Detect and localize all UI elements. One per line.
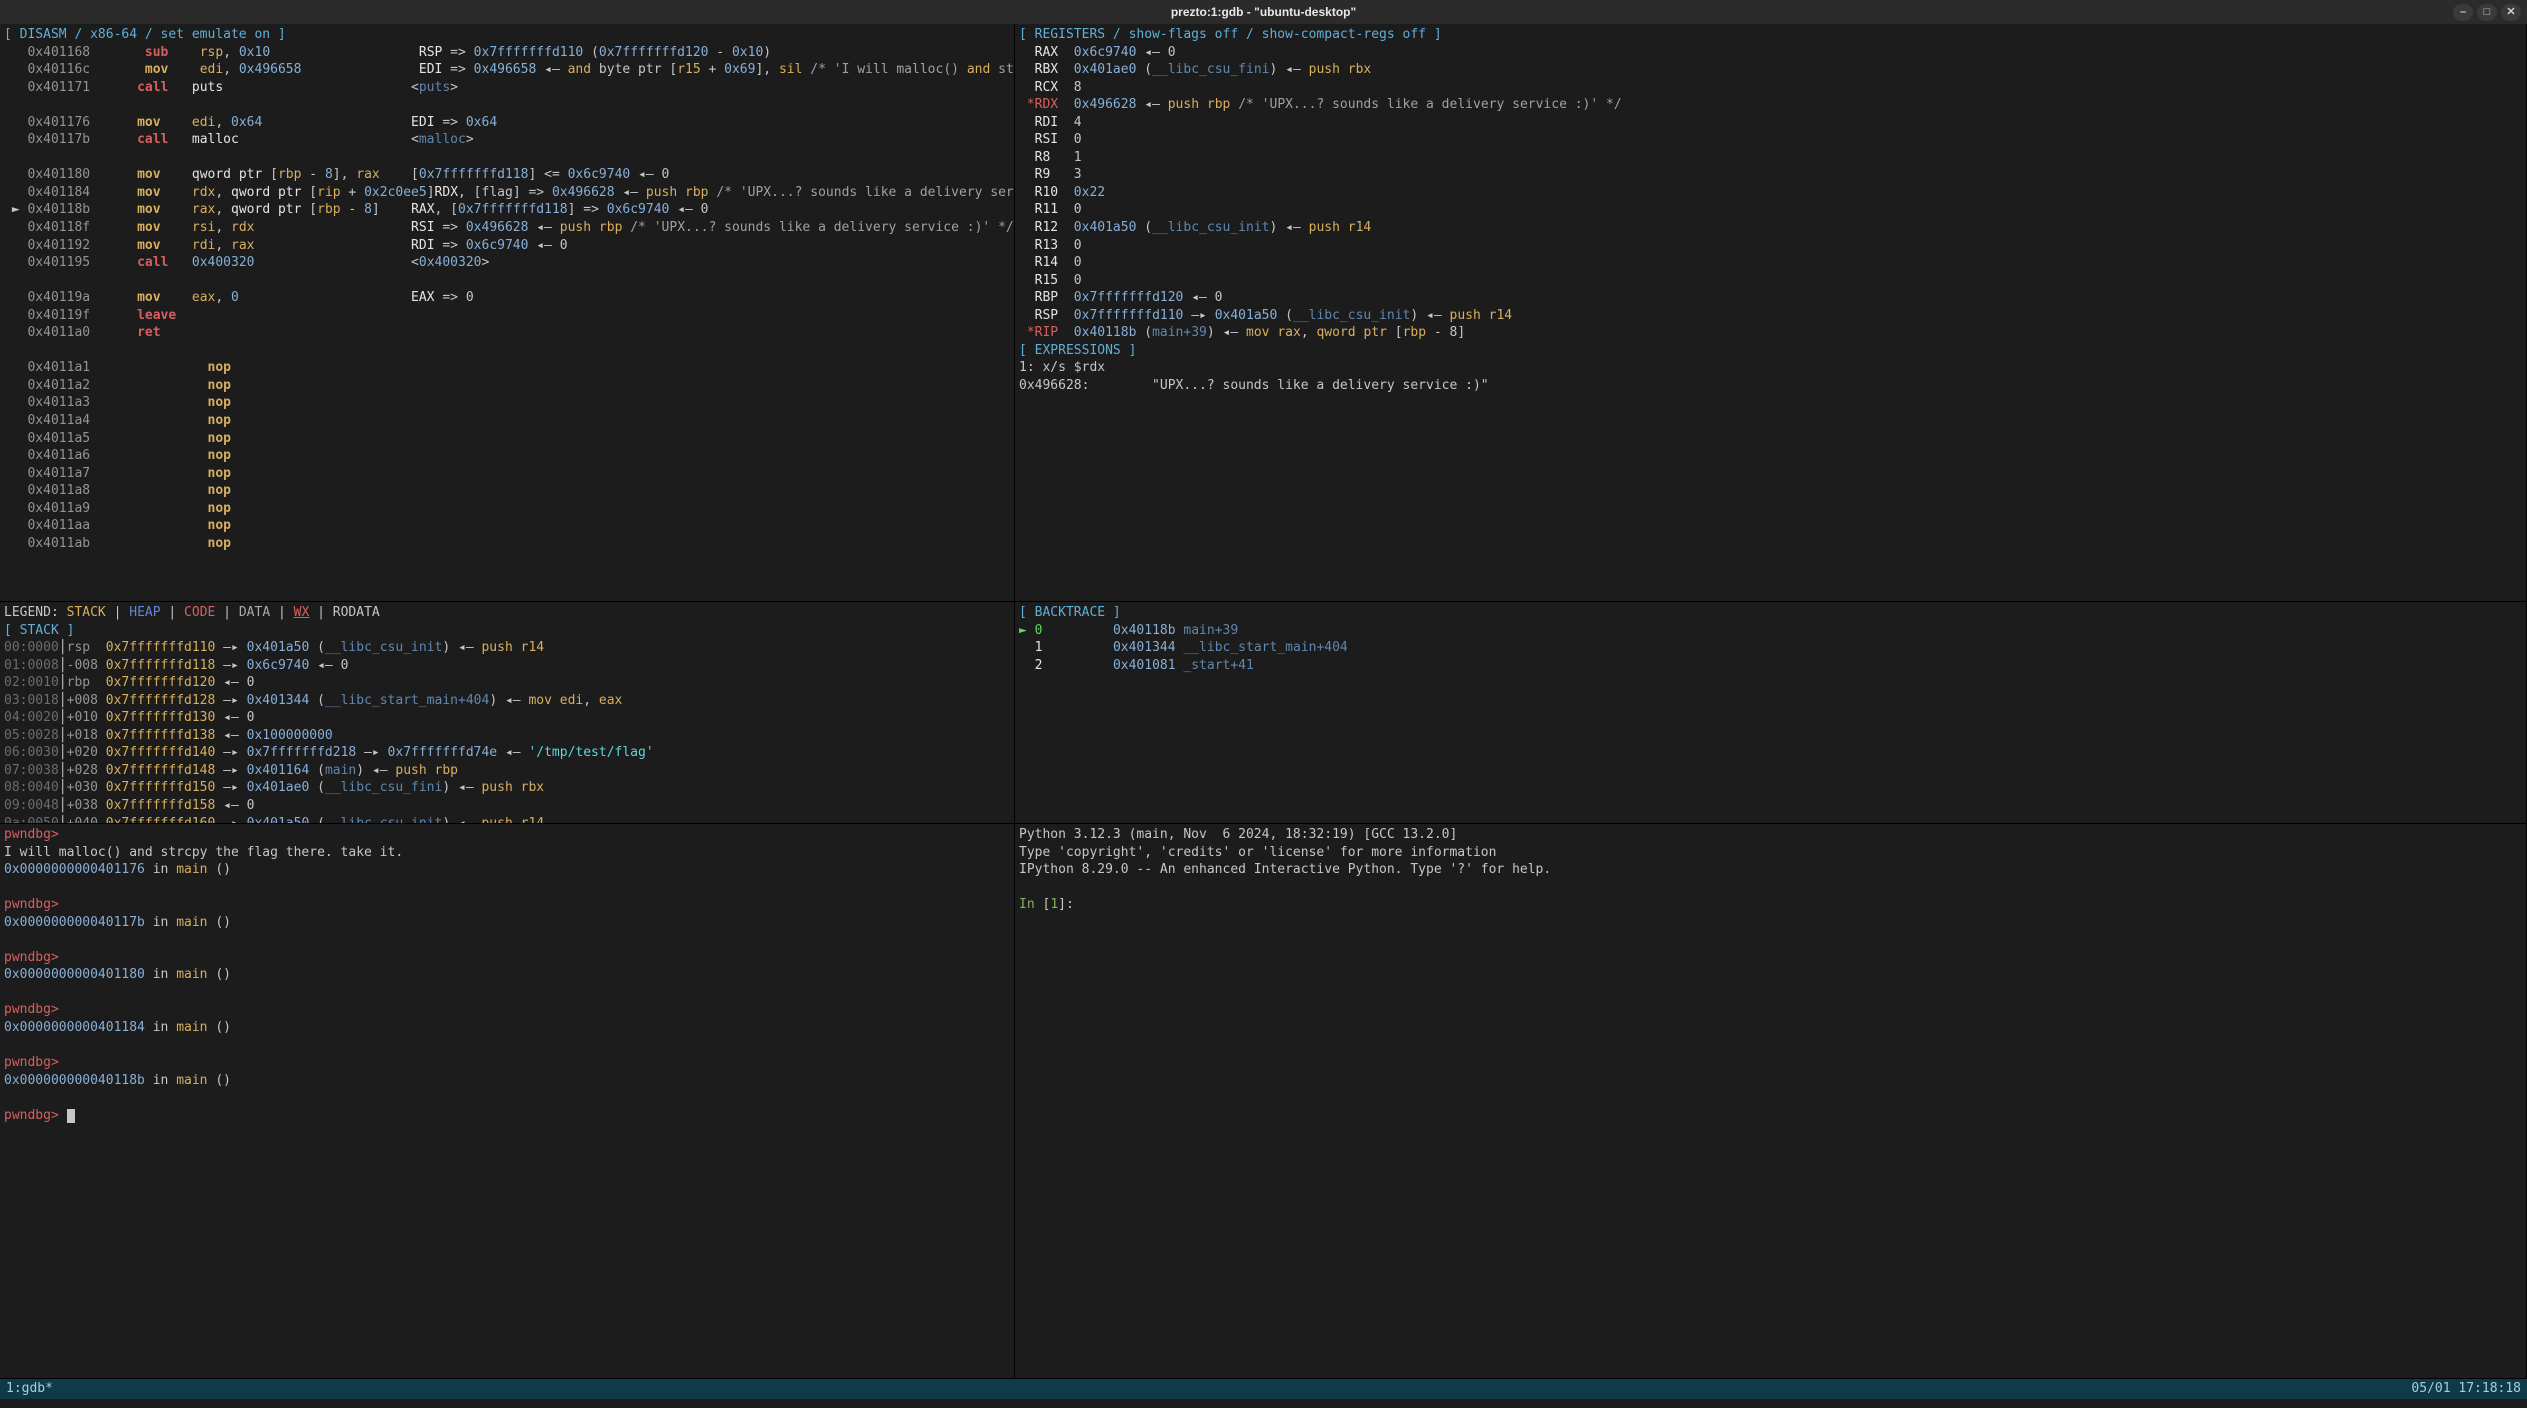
bt-content: ► 0 0x40118b main+39 1 0x401344 __libc_s… — [1019, 622, 2522, 675]
bt-header: [ BACKTRACE ] — [1019, 604, 2522, 622]
prompt-content[interactable]: pwndbg> I will malloc() and strcpy the f… — [4, 826, 1010, 1124]
disasm-pane: [ DISASM / x86-64 / set emulate on ] 0x4… — [0, 24, 1015, 602]
legend: LEGEND: STACK | HEAP | CODE | DATA | WX … — [4, 604, 1010, 622]
ipython-pane[interactable]: Python 3.12.3 (main, Nov 6 2024, 18:32:1… — [1015, 824, 2527, 1379]
ipython-content[interactable]: Python 3.12.3 (main, Nov 6 2024, 18:32:1… — [1019, 826, 2522, 914]
titlebar: prezto:1:gdb - "ubuntu-desktop" – □ ✕ — [0, 0, 2527, 24]
close-icon[interactable]: ✕ — [2501, 4, 2521, 21]
maximize-icon[interactable]: □ — [2477, 4, 2497, 21]
registers-pane: [ REGISTERS / show-flags off / show-comp… — [1015, 24, 2527, 602]
expr-line-2: 0x496628: "UPX...? sounds like a deliver… — [1019, 377, 2522, 395]
prompt-pane[interactable]: pwndbg> I will malloc() and strcpy the f… — [0, 824, 1015, 1379]
regs-content: RAX 0x6c9740 ◂— 0 RBX 0x401ae0 (__libc_c… — [1019, 44, 2522, 342]
stack-content: 00:0000│rsp 0x7fffffffd110 —▸ 0x401a50 (… — [4, 639, 1010, 824]
backtrace-pane-cell: [ BACKTRACE ]► 0 0x40118b main+39 1 0x40… — [1015, 602, 2527, 824]
minimize-icon[interactable]: – — [2453, 4, 2473, 21]
regs-header: [ REGISTERS / show-flags off / show-comp… — [1019, 26, 2522, 44]
status-left: 1:gdb* — [6, 1380, 53, 1398]
stack-header: [ STACK ] — [4, 622, 1010, 640]
expr-line-1: 1: x/s $rdx — [1019, 359, 2522, 377]
disasm-content: [ DISASM / x86-64 / set emulate on ] 0x4… — [4, 26, 1010, 552]
window-title: prezto:1:gdb - "ubuntu-desktop" — [1171, 4, 1356, 20]
status-right: 05/01 17:18:18 — [2411, 1380, 2521, 1398]
statusbar: 1:gdb* 05/01 17:18:18 — [0, 1379, 2527, 1399]
expr-header: [ EXPRESSIONS ] — [1019, 342, 2522, 360]
stack-pane: LEGEND: STACK | HEAP | CODE | DATA | WX … — [0, 602, 1015, 824]
